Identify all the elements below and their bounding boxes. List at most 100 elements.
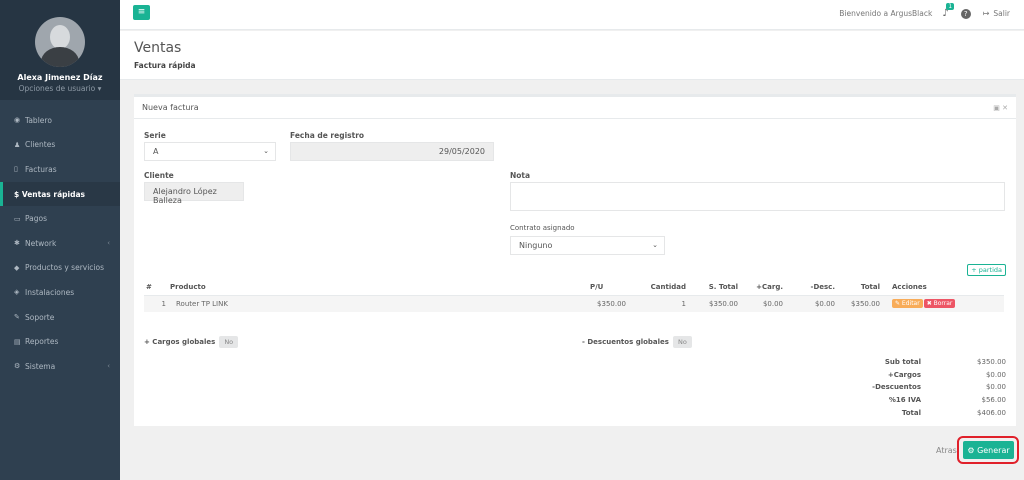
profile: Alexa Jimenez Díaz Opciones de usuario ▾ [0, 0, 120, 100]
totals-value: $406.00 [977, 408, 1006, 417]
contrato-select[interactable]: Ninguno ⌄ [510, 236, 665, 255]
col-header: +Carg. [740, 279, 785, 296]
wrench-icon: ◈ [14, 288, 20, 297]
network-icon: ✱ [14, 239, 20, 248]
col-header: P/U [588, 279, 628, 296]
sidebar-item-label: Reportes [25, 337, 59, 347]
chevron-left-icon: ‹ [107, 362, 110, 371]
col-header: Cantidad [628, 279, 688, 296]
sidebar-item-network[interactable]: ✱ Network ‹ [0, 231, 120, 256]
cell: 1 [144, 295, 168, 312]
totals-label: -Descuentos [872, 383, 921, 392]
totals-row: -Descuentos $0.00 [806, 381, 1006, 394]
cargos-globales-label: + Cargos globales [144, 338, 216, 346]
sidebar-item-label: Facturas [25, 164, 57, 174]
notifications-button[interactable]: ♪ 1 [942, 3, 955, 19]
sidebar-item-label: Instalaciones [25, 287, 75, 297]
col-header: Acciones [882, 279, 1004, 296]
totals-row: +Cargos $0.00 [806, 369, 1006, 382]
sidebar-item-tablero[interactable]: ◉ Tablero [0, 108, 120, 133]
sidebar-item-facturas[interactable]: ▯ Facturas [0, 157, 120, 182]
cogs-icon: ⚙ [14, 362, 21, 371]
col-header: # [144, 279, 168, 296]
money-icon: ▭ [14, 214, 21, 223]
cell: $350.00 [588, 295, 628, 312]
sidebar-item-reportes[interactable]: ▤ Reportes [0, 329, 120, 354]
cell: $0.00 [785, 295, 837, 312]
save-icon[interactable]: ▣ [993, 104, 1000, 112]
totals-label: %16 IVA [888, 396, 921, 405]
cargos-globales: + Cargos globales No [144, 336, 239, 348]
chevron-left-icon: ‹ [107, 239, 110, 248]
cliente-label: Cliente [144, 171, 174, 180]
notification-badge: 1 [946, 3, 955, 10]
menu-toggle-button[interactable]: ≡ [133, 5, 150, 20]
generate-button[interactable]: ⚙ Generar [963, 441, 1014, 459]
sidebar-item-label: $ Ventas rápidas [14, 189, 85, 199]
panel-title: Nueva factura ▣ ✕ [134, 97, 1016, 119]
totals-row: %16 IVA $56.00 [806, 394, 1006, 407]
user-options-dropdown[interactable]: Opciones de usuario ▾ [0, 84, 120, 93]
totals-row: Total $406.00 [806, 406, 1006, 419]
totals-value: $56.00 [981, 396, 1007, 405]
logout-link[interactable]: Salir [993, 9, 1010, 18]
cell: 1 [628, 295, 688, 312]
descuentos-globales-toggle[interactable]: No [672, 336, 692, 348]
totals-value: $0.00 [985, 370, 1006, 379]
col-header: Total [837, 279, 882, 296]
hamburger-icon: ≡ [137, 7, 146, 17]
add-partida-button[interactable]: + partida [967, 264, 1006, 276]
contrato-value: Ninguno [519, 241, 553, 250]
table-header-row: # Producto P/U Cantidad S. Total +Carg. … [144, 279, 1004, 296]
report-icon: ▤ [14, 337, 21, 346]
cell: Router TP LINK [168, 295, 588, 312]
sidebar-item-label: Pagos [25, 214, 48, 224]
sidebar-item-label: Productos y servicios [25, 263, 105, 273]
file-icon: ▯ [14, 165, 18, 174]
invoice-panel: Nueva factura ▣ ✕ Serie A ⌄ Fecha de regi… [134, 94, 1016, 426]
page-title: Ventas [134, 40, 182, 56]
welcome-text: Bienvenido a ArgusBlack [839, 9, 933, 18]
sidebar-item-label: Tablero [25, 115, 52, 125]
back-button[interactable]: Atras [936, 446, 957, 455]
logout-icon: ↦ [982, 9, 990, 18]
nota-textarea[interactable] [510, 182, 1005, 211]
sidebar-item-ventas-rapidas[interactable]: $ Ventas rápidas [0, 181, 120, 207]
table-row: 1 Router TP LINK $350.00 1 $350.00 $0.00… [144, 295, 1004, 312]
close-icon[interactable]: ✕ [1002, 104, 1008, 112]
panel-title-text: Nueva factura [142, 103, 199, 112]
cell: $350.00 [837, 295, 882, 312]
totals-label: Total [901, 408, 921, 417]
sidebar-menu: ◉ Tablero ♟ Clientes ▯ Facturas $ Ventas rá… [0, 108, 120, 379]
panel-tools: ▣ ✕ [993, 104, 1008, 112]
delete-button[interactable]: ✖ Borrar [923, 299, 956, 309]
sidebar-item-soporte[interactable]: ✎ Soporte [0, 305, 120, 330]
avatar[interactable] [35, 17, 85, 67]
contrato-label: Contrato asignado [510, 224, 575, 232]
generate-label: Generar [977, 445, 1010, 455]
chevron-down-icon: ⌄ [652, 241, 658, 249]
edit-button[interactable]: ✎ Editar [892, 299, 923, 309]
chevron-down-icon: ⌄ [263, 147, 269, 155]
col-header: -Desc. [785, 279, 837, 296]
sidebar-item-pagos[interactable]: ▭ Pagos [0, 206, 120, 231]
totals-summary: Sub total $350.00 +Cargos $0.00 -Descuento… [806, 356, 1006, 419]
sidebar-item-clientes[interactable]: ♟ Clientes [0, 133, 120, 158]
tag-icon: ◆ [14, 263, 20, 272]
serie-value: A [153, 147, 159, 156]
sidebar-item-productos[interactable]: ◆ Productos y servicios [0, 256, 120, 281]
page-heading: Ventas Factura rápida [120, 31, 1024, 80]
totals-value: $350.00 [977, 358, 1006, 367]
sidebar-item-label: Soporte [25, 312, 55, 322]
sidebar-item-label: Clientes [25, 140, 56, 150]
nota-label: Nota [510, 171, 531, 180]
sidebar-item-instalaciones[interactable]: ◈ Instalaciones [0, 280, 120, 305]
sidebar-item-label: Sistema [25, 361, 56, 371]
help-icon[interactable]: ? [960, 8, 971, 19]
serie-select[interactable]: A ⌄ [144, 142, 276, 161]
dashboard-icon: ◉ [14, 116, 21, 125]
cargos-globales-toggle[interactable]: No [219, 336, 239, 348]
sidebar-item-sistema[interactable]: ⚙ Sistema ‹ [0, 354, 120, 379]
cliente-field: Alejandro López Balleza [144, 182, 244, 205]
descuentos-globales-label: - Descuentos globales [582, 338, 669, 346]
